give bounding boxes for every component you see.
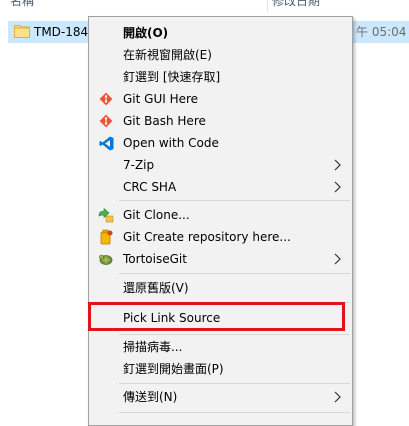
menu-item-crc-sha[interactable]: CRC SHA [91,176,350,198]
menu-item-git-gui-here[interactable]: Git GUI Here [91,88,350,110]
menu-item-label: 掃描病毒... [123,340,183,354]
menu-item-git-clone[interactable]: Git Clone... [91,204,350,226]
tortoisegit-create-repo-icon [98,229,114,245]
menu-item-label: Open with Code [123,136,219,150]
menu-separator [119,412,350,413]
menu-separator [119,334,350,335]
menu-item-label: 7-Zip [123,158,155,172]
column-header-date-modified[interactable]: 修改日期 [272,0,320,8]
context-menu: 開啟(O) 在新視窗開啟(E) 釘選到 [快速存取] Git GUI Here [88,16,353,426]
menu-separator [119,302,350,303]
git-icon [98,113,114,129]
menu-item-pin-quick-access[interactable]: 釘選到 [快速存取] [91,66,350,88]
menu-item-label: TortoiseGit [123,252,187,266]
tortoisegit-clone-icon [98,207,114,223]
menu-item-label: Git GUI Here [123,92,199,106]
vscode-icon [98,135,114,151]
menu-separator [119,200,350,201]
menu-item-label: 在新視窗開啟(E) [123,48,212,62]
column-header-row: 名稱 修改日期 [0,0,409,12]
menu-item-label: 釘選到開始畫面(P) [123,362,224,376]
chevron-right-icon [332,180,342,194]
menu-item-label: Git Clone... [123,208,190,222]
chevron-right-icon [332,158,342,172]
menu-separator [119,273,350,274]
menu-item-open[interactable]: 開啟(O) [91,22,350,44]
menu-item-send-to[interactable]: 傳送到(N) [91,386,350,408]
menu-item-scan-virus[interactable]: 掃描病毒... [91,336,350,358]
chevron-right-icon [332,252,342,266]
menu-item-tortoisegit[interactable]: TortoiseGit [91,248,350,270]
menu-item-label: Pick Link Source [123,311,221,325]
menu-item-label: CRC SHA [123,180,177,194]
menu-item-label: Git Bash Here [123,114,206,128]
menu-item-open-with-code[interactable]: Open with Code [91,132,350,154]
menu-item-git-create-repository[interactable]: Git Create repository here... [91,226,350,248]
menu-item-label: 還原舊版(V) [123,281,189,295]
chevron-right-icon [332,390,342,404]
column-header-name[interactable]: 名稱 [10,0,34,8]
menu-item-label: 傳送到(N) [123,390,178,404]
menu-item-pin-to-start[interactable]: 釘選到開始畫面(P) [91,358,350,380]
git-icon [98,91,114,107]
menu-item-label: 開啟(O) [123,26,169,40]
folder-icon [14,24,30,38]
menu-item-label: 釘選到 [快速存取] [123,70,221,84]
menu-item-git-bash-here[interactable]: Git Bash Here [91,110,350,132]
file-name: TMD-184 [34,25,89,39]
menu-item-7zip[interactable]: 7-Zip [91,154,350,176]
tortoisegit-icon [98,251,114,267]
menu-item-restore-previous-versions[interactable]: 還原舊版(V) [91,277,350,299]
menu-separator [119,383,350,384]
column-divider[interactable] [267,0,268,12]
menu-item-open-new-window[interactable]: 在新視窗開啟(E) [91,44,350,66]
menu-item-pick-link-source[interactable]: Pick Link Source [91,307,350,329]
menu-item-label: Git Create repository here... [123,230,291,244]
file-date-modified: 午 05:04 [356,25,407,39]
